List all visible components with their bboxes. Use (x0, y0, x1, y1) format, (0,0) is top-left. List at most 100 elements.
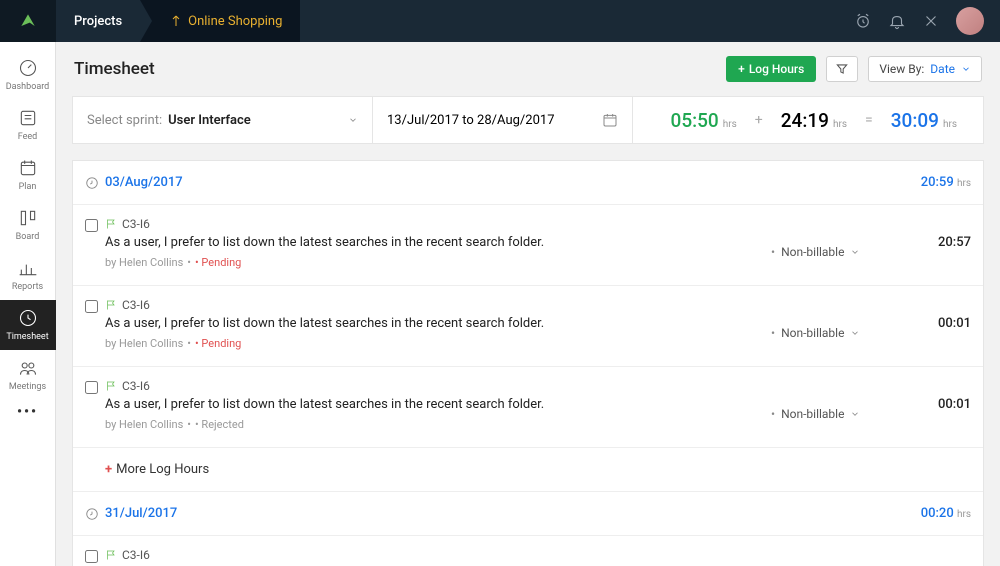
date-range-value: 13/Jul/2017 to 28/Aug/2017 (387, 113, 555, 128)
hrs-label: hrs (723, 119, 737, 130)
sidebar-item-timesheet[interactable]: Timesheet (0, 300, 56, 350)
plus-icon: + (105, 462, 112, 477)
item-id[interactable]: C3-I6 (122, 298, 150, 312)
time-value: 24:19 (781, 109, 829, 132)
viewby-value: Date (930, 62, 955, 76)
sidebar-item-board[interactable]: Board (0, 200, 56, 250)
calendar-icon (602, 112, 618, 128)
topbar: Projects Online Shopping (0, 0, 1000, 42)
tools-icon[interactable] (922, 12, 940, 30)
filter-bar: Select sprint: User Interface 13/Jul/201… (72, 96, 984, 144)
sidebar-item-label: Feed (18, 132, 38, 142)
equals-operator: = (859, 112, 879, 128)
log-entry: C3-I6As a user, I prefer to list down th… (73, 536, 983, 566)
entry-checkbox[interactable] (85, 300, 98, 313)
chevron-down-icon (961, 64, 971, 74)
flag-icon (105, 299, 117, 311)
date-group-header[interactable]: 03/Aug/2017 20:59 hrs (73, 161, 983, 205)
plan-icon (18, 158, 38, 178)
sidebar-item-label: Dashboard (6, 82, 50, 92)
plus-icon: + (738, 62, 745, 76)
reports-icon (18, 258, 38, 278)
entry-checkbox[interactable] (85, 219, 98, 232)
time-value: 30:09 (891, 109, 939, 132)
project-icon (170, 15, 182, 27)
flag-icon (105, 218, 117, 230)
date-group-header[interactable]: 31/Jul/2017 00:20 hrs (73, 492, 983, 536)
viewby-label: View By: (879, 62, 924, 76)
clock-icon (85, 176, 99, 190)
group-sum: 20:59 hrs (921, 175, 971, 190)
time-value: 05:50 (671, 109, 719, 132)
breadcrumb-project[interactable]: Online Shopping (140, 0, 300, 42)
board-icon (18, 208, 38, 228)
group-date: 03/Aug/2017 (105, 175, 183, 190)
item-desc: As a user, I prefer to list down the lat… (105, 397, 771, 412)
sidebar-item-reports[interactable]: Reports (0, 250, 56, 300)
item-id[interactable]: C3-I6 (122, 379, 150, 393)
billing-dropdown[interactable]: Non-billable (771, 298, 911, 350)
billing-dropdown[interactable]: Non-billable (771, 548, 911, 566)
log-hours-button[interactable]: + Log Hours (726, 56, 816, 82)
sidebar-item-label: Meetings (9, 382, 46, 392)
item-id[interactable]: C3-I6 (122, 548, 150, 562)
sidebar: Dashboard Feed Plan Board Reports Timesh… (0, 42, 56, 566)
entry-checkbox-cell (85, 298, 105, 350)
sidebar-item-label: Reports (12, 282, 43, 292)
app-logo[interactable] (0, 0, 56, 42)
author-text: by Helen Collins (105, 337, 183, 350)
entry-checkbox[interactable] (85, 550, 98, 563)
flag-icon (105, 549, 117, 561)
projects-tab[interactable]: Projects (56, 0, 140, 42)
group-date: 31/Jul/2017 (105, 506, 177, 521)
sidebar-item-meetings[interactable]: Meetings (0, 350, 56, 400)
sidebar-more[interactable]: ••• (17, 404, 38, 420)
sidebar-item-dashboard[interactable]: Dashboard (0, 50, 56, 100)
gauge-icon (18, 58, 38, 78)
page-header: Timesheet + Log Hours View By: Date (56, 42, 1000, 96)
entry-checkbox-cell (85, 217, 105, 269)
bell-icon[interactable] (888, 12, 906, 30)
hrs-label: hrs (943, 119, 957, 130)
sprint-label: Select sprint: (87, 113, 162, 128)
billing-dropdown[interactable]: Non-billable (771, 379, 911, 431)
main-content: Timesheet + Log Hours View By: Date Sele… (56, 42, 1000, 566)
timesheet-icon (18, 308, 38, 328)
view-by-dropdown[interactable]: View By: Date (868, 56, 982, 82)
total-time: 30:09 hrs (879, 109, 969, 132)
sidebar-item-feed[interactable]: Feed (0, 100, 56, 150)
time-summary: 05:50 hrs + 24:19 hrs = 30:09 hrs (633, 97, 983, 143)
sidebar-item-label: Timesheet (6, 332, 48, 342)
avatar[interactable] (956, 7, 984, 35)
status-text: • Pending (195, 256, 241, 269)
filter-icon (835, 62, 849, 76)
status-text: • Rejected (195, 418, 244, 431)
filter-button[interactable] (826, 56, 858, 82)
group-sum: 00:20 hrs (921, 506, 971, 521)
feed-icon (18, 108, 38, 128)
author-text: by Helen Collins (105, 256, 183, 269)
alarm-icon[interactable] (854, 12, 872, 30)
chevron-down-icon (850, 409, 860, 419)
sprint-selector[interactable]: Select sprint: User Interface (73, 97, 373, 143)
plus-operator: + (749, 112, 769, 128)
breadcrumb-label: Online Shopping (188, 14, 282, 29)
logged-time: 05:50 hrs (659, 109, 749, 132)
button-label: Log Hours (749, 62, 805, 76)
more-log-hours[interactable]: +More Log Hours (73, 448, 983, 492)
entry-checkbox[interactable] (85, 381, 98, 394)
timesheet-list: 03/Aug/201720:59 hrsC3-I6As a user, I pr… (72, 160, 984, 566)
item-desc: As a user, I prefer to list down the lat… (105, 316, 771, 331)
item-id[interactable]: C3-I6 (122, 217, 150, 231)
date-range-selector[interactable]: 13/Jul/2017 to 28/Aug/2017 (373, 97, 633, 143)
sidebar-item-label: Plan (19, 182, 37, 192)
sprint-value: User Interface (168, 113, 251, 128)
status-text: • Pending (195, 337, 241, 350)
sidebar-item-plan[interactable]: Plan (0, 150, 56, 200)
chevron-down-icon (348, 115, 358, 125)
sidebar-item-label: Board (16, 232, 40, 242)
topbar-actions (854, 7, 1000, 35)
billing-dropdown[interactable]: Non-billable (771, 217, 911, 269)
hrs-label: hrs (833, 119, 847, 130)
meetings-icon (18, 358, 38, 378)
